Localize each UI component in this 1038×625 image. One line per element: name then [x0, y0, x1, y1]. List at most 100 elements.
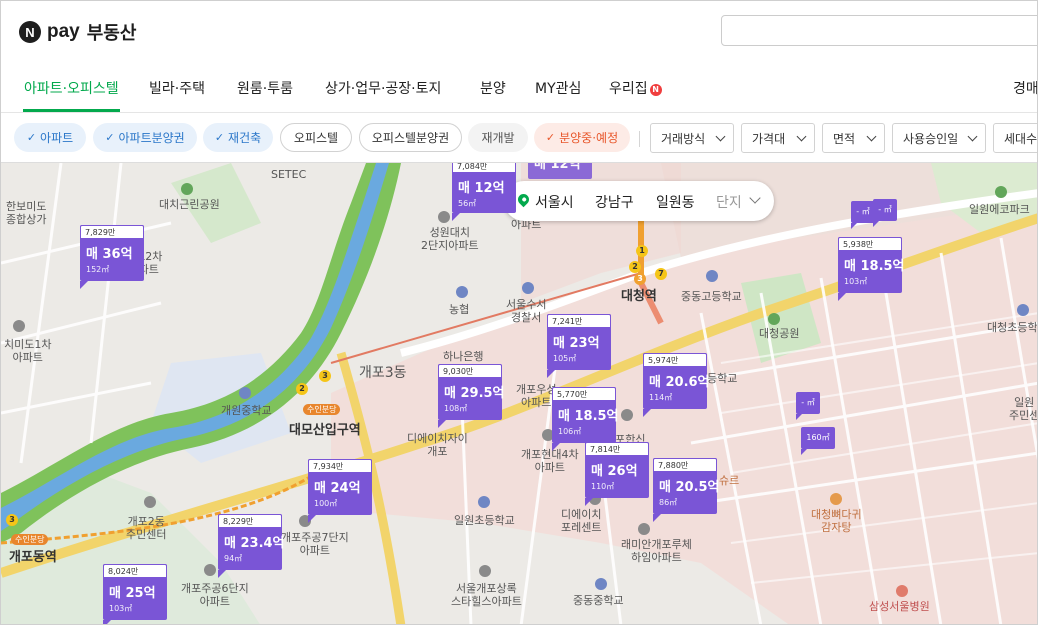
marker-price: 매 23억	[553, 336, 600, 351]
marker-pointer	[873, 221, 879, 227]
subway-line-badge: 3	[6, 514, 18, 526]
map-label-gaepo2-center: 개포2동 주민센터	[126, 515, 167, 541]
map-label-ilwon-eco: 일원에코파크	[969, 203, 1030, 216]
price-per-pyeong: 7,934만	[308, 459, 372, 473]
chevron-down-icon	[749, 192, 761, 204]
marker-pointer	[218, 570, 226, 578]
marker-pointer	[103, 620, 111, 624]
tab-commercial[interactable]: 상가·업무·공장·토지	[325, 78, 441, 98]
check-icon: ✓	[26, 131, 37, 144]
map-label-raemian: 래미안개포루체 하임아파트	[621, 538, 692, 564]
location-city[interactable]: 서울시	[535, 192, 574, 212]
price-marker[interactable]: 7,829만 매 36억 152㎡	[80, 225, 144, 289]
mini-price-marker[interactable]: 160㎡	[801, 427, 835, 455]
map-label-sangrok: 서울개포상록 스타힐스아파트	[451, 582, 522, 608]
main-nav: 아파트·오피스텔 빌라·주택 원룸·투룸 상가·업무·공장·토지 분양 MY관심…	[1, 63, 1037, 113]
filter-chip-apartment-presale[interactable]: ✓ 아파트분양권	[93, 123, 197, 152]
subway-line-badge: 7	[655, 268, 667, 280]
tab-villa-house[interactable]: 빌라·주택	[149, 78, 205, 98]
filter-chip-redevelopment[interactable]: 재개발	[468, 123, 528, 152]
price-marker[interactable]: 8,229만 매 23.4억 94㎡	[218, 514, 285, 578]
map-label-gaepo6: 개포주공6단지 아파트	[181, 582, 249, 608]
price-marker[interactable]: 5,770만 매 18.5억 106㎡	[552, 387, 619, 451]
dropdown-price-range[interactable]: 가격대	[741, 123, 815, 153]
school-icon	[595, 578, 607, 590]
chip-label: 오피스텔분양권	[371, 131, 450, 145]
marker-pointer	[585, 498, 593, 506]
price-marker[interactable]: 5,938만 매 18.5억 103㎡	[838, 237, 905, 301]
marker-pointer	[452, 213, 460, 221]
marker-pointer	[653, 514, 661, 522]
marker-price: 매 12억	[534, 163, 581, 172]
tab-auction[interactable]: 경매	[1013, 78, 1037, 98]
search-input[interactable]	[721, 15, 1037, 46]
filter-chip-presale-upcoming[interactable]: ✓ 분양중·예정	[534, 123, 630, 152]
chip-label: 재개발	[481, 131, 515, 145]
price-per-pyeong: 7,829만	[80, 225, 144, 239]
dropdown-label: 세대수	[1004, 131, 1038, 146]
logo-title: 부동산	[86, 23, 137, 44]
park-icon	[768, 313, 780, 325]
filter-bar: ✓ 아파트 ✓ 아파트분양권 ✓ 재건축 오피스텔 오피스텔분양권 재개발 ✓ 분양중·…	[1, 113, 1038, 163]
apartment-icon	[638, 523, 650, 535]
map-label-ilwon-center: 일원 주민센	[1009, 396, 1038, 422]
mini-price-marker[interactable]: - ㎡	[873, 199, 897, 227]
map-label-daemosan-station: 대모산입구역	[289, 423, 361, 438]
marker-price: 매 18.5억	[558, 409, 619, 424]
price-marker[interactable]: 8,024만 매 25억 103㎡	[103, 564, 167, 624]
location-dong[interactable]: 일원동	[656, 192, 695, 212]
marker-pointer	[851, 223, 857, 229]
price-marker[interactable]: 7,814만 매 26억 110㎡	[585, 442, 649, 506]
filter-chip-officetel[interactable]: 오피스텔	[280, 123, 352, 152]
filter-chip-reconstruction[interactable]: ✓ 재건축	[203, 123, 273, 152]
dropdown-label: 사용승인일	[903, 131, 959, 146]
filter-chip-apartment[interactable]: ✓ 아파트	[14, 123, 86, 152]
location-district[interactable]: 강남구	[595, 192, 634, 212]
mini-marker-area: 160㎡	[806, 433, 830, 442]
price-per-pyeong: 7,814만	[585, 442, 649, 456]
marker-pointer	[308, 515, 316, 523]
price-marker[interactable]: 9,030만 매 29.5억 108㎡	[438, 364, 505, 428]
school-icon	[478, 496, 490, 508]
marker-area: 108㎡	[444, 404, 468, 413]
dropdown-label: 면적	[833, 131, 856, 146]
dropdown-area[interactable]: 면적	[822, 123, 885, 153]
marker-pointer	[547, 370, 555, 378]
marker-pointer	[80, 281, 88, 289]
map-view[interactable]: SETEC 대치근린공원 한보미도 종합상가 미도2차 아파트 치미도1차 아파…	[1, 163, 1038, 624]
chip-label: 분양중·예정	[559, 131, 619, 145]
filter-chip-officetel-presale[interactable]: 오피스텔분양권	[359, 123, 462, 152]
price-marker[interactable]: 7,934만 매 24억 100㎡	[308, 459, 372, 523]
location-selector[interactable]: 서울시 강남구 일원동 단지	[504, 181, 774, 221]
map-label-daechi-park: 대치근린공원	[159, 198, 220, 211]
mini-marker-area: - ㎡	[856, 207, 870, 216]
price-marker[interactable]: 7,241만 매 23억 105㎡	[547, 314, 611, 378]
tab-our-home[interactable]: 우리집 N	[609, 78, 662, 98]
price-marker[interactable]: 7,880만 매 20.5억 86㎡	[653, 458, 720, 522]
location-complex[interactable]: 단지	[716, 192, 742, 212]
chip-label: 재건축	[228, 131, 262, 145]
map-label-gaepo-station: 개포동역	[9, 550, 57, 565]
tab-apartment-officetel[interactable]: 아파트·오피스텔	[24, 78, 119, 98]
dropdown-trade-type[interactable]: 거래방식	[650, 123, 734, 153]
naver-pay-realestate-logo[interactable]: N pay 부동산	[19, 19, 136, 45]
map-label-seongwon: 성원대치 2단지아파트	[421, 226, 479, 252]
marker-pointer	[552, 443, 560, 451]
marker-area: 100㎡	[314, 499, 338, 508]
mini-price-marker[interactable]: - ㎡	[851, 201, 875, 229]
price-marker[interactable]: 5,974만 매 20.6억 114㎡	[643, 353, 710, 417]
dropdown-household-count[interactable]: 세대수	[993, 123, 1038, 153]
price-marker[interactable]: 7,084만 매 12억 56㎡	[452, 163, 516, 221]
mini-price-marker[interactable]: - ㎡	[796, 392, 820, 420]
price-per-pyeong: 7,880만	[653, 458, 717, 472]
tab-oneroom[interactable]: 원룸·투룸	[237, 78, 293, 98]
dropdown-approval-date[interactable]: 사용승인일	[892, 123, 986, 153]
tab-my-interest[interactable]: MY관심	[535, 78, 581, 98]
price-marker[interactable]: 매 12억	[528, 163, 592, 179]
chip-label: 아파트	[40, 131, 74, 145]
park-icon	[995, 186, 1007, 198]
map-label-di-forest: 디에이치 포레센트	[561, 508, 602, 534]
apartment-icon	[13, 320, 25, 332]
tab-presale[interactable]: 분양	[480, 78, 506, 98]
map-label-joongdong-hs: 중동고등학교	[681, 290, 742, 303]
